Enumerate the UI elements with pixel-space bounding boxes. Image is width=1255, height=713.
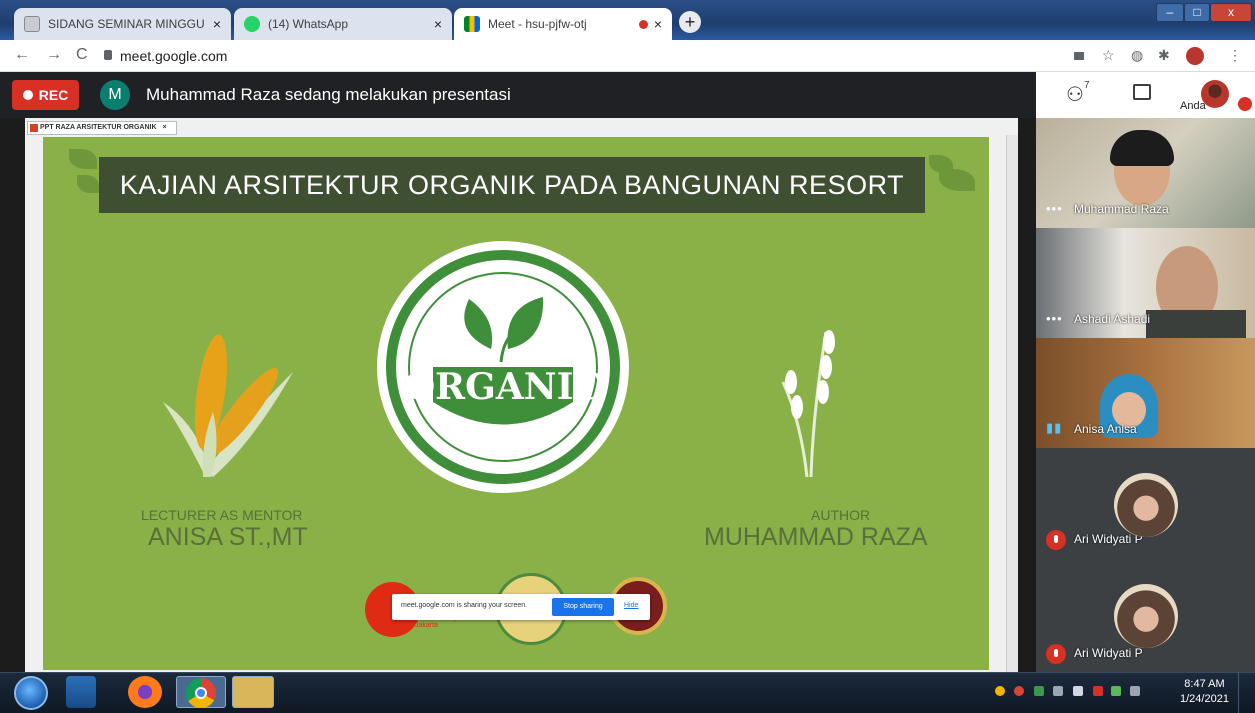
ppt-tab-title: PPT RAZA ARSITEKTUR ORGANIK xyxy=(40,124,157,131)
talking-icon: ▮▮ xyxy=(1046,420,1063,435)
corn-icon xyxy=(163,334,293,477)
participant-name: Ashadi Ashadi xyxy=(1074,312,1151,326)
author-label: AUTHOR xyxy=(811,507,871,523)
google-meet-icon xyxy=(464,16,480,32)
tab-whatsapp[interactable]: (14) WhatsApp × xyxy=(234,8,452,40)
network-icon[interactable] xyxy=(1130,686,1140,696)
network-adapter-icon[interactable] xyxy=(1034,686,1044,696)
reload-icon[interactable]: C xyxy=(76,46,88,64)
participant-tile[interactable]: ••• Ashadi Ashadi xyxy=(1036,228,1255,338)
chrome-taskbar-button[interactable] xyxy=(176,676,226,708)
system-clock[interactable]: 8:47 AM 1/24/2021 xyxy=(1180,677,1229,707)
action-center-icon[interactable] xyxy=(1093,686,1103,696)
badge-text: ORGANIC xyxy=(404,366,602,408)
participant-tile[interactable]: ••• Muhammad Raza xyxy=(1036,118,1255,228)
volume-icon[interactable] xyxy=(1073,686,1083,696)
tab-sidang-seminar[interactable]: SIDANG SEMINAR MINGGU 24 J × xyxy=(14,8,231,40)
star-icon[interactable]: ☆ xyxy=(1102,47,1115,64)
profile-avatar[interactable] xyxy=(1186,47,1204,65)
recording-badge: REC xyxy=(12,80,79,110)
presenter-avatar: M xyxy=(100,80,130,110)
avatar xyxy=(1114,584,1178,648)
back-icon[interactable]: ← xyxy=(14,46,30,64)
more-options-icon[interactable]: ••• xyxy=(1046,311,1063,326)
more-options-icon[interactable]: ••• xyxy=(1046,201,1063,216)
close-window-button[interactable]: x xyxy=(1210,3,1252,22)
firefox-icon[interactable] xyxy=(128,676,162,708)
menu-icon[interactable]: ⋮ xyxy=(1228,47,1242,64)
tab-title: SIDANG SEMINAR MINGGU 24 J xyxy=(48,17,207,31)
show-desktop-button[interactable] xyxy=(1238,672,1255,713)
tab-meet[interactable]: Meet - hsu-pjfw-otj × xyxy=(454,8,672,40)
recording-icon xyxy=(638,19,648,29)
slide: KAJIAN ARSITEKTUR ORGANIK PADA BANGUNAN … xyxy=(43,137,989,670)
participant-name: Ari Widyati P xyxy=(1074,646,1143,660)
file-explorer-icon[interactable] xyxy=(232,676,274,708)
document-icon xyxy=(24,16,40,32)
organic-badge-icon: ORGANIC xyxy=(377,241,629,493)
start-button[interactable] xyxy=(14,676,48,710)
participant-name: Muhammad Raza xyxy=(1074,202,1169,216)
scrollbar[interactable] xyxy=(1006,135,1018,672)
camera-icon[interactable] xyxy=(1074,52,1084,60)
participant-name: Anisa Anisa xyxy=(1074,422,1137,436)
avatar xyxy=(1114,473,1178,537)
ppt-tab[interactable]: PPT RAZA ARSITEKTUR ORGANIK × xyxy=(27,121,177,135)
tab-title: (14) WhatsApp xyxy=(268,17,349,31)
hide-button[interactable]: Hide xyxy=(624,602,638,609)
puzzle-icon[interactable]: ✱ xyxy=(1158,47,1170,64)
self-label: Anda xyxy=(1180,100,1206,112)
tab-title: Meet - hsu-pjfw-otj xyxy=(488,17,587,31)
participant-video xyxy=(1110,130,1174,166)
close-icon[interactable]: × xyxy=(163,124,167,131)
signal-icon[interactable] xyxy=(1111,686,1121,696)
people-icon[interactable]: ⚇ xyxy=(1066,82,1084,107)
mic-off-icon xyxy=(1238,97,1252,111)
address-bar: ← → C meet.google.com ☆ ◍ ✱ ⋮ xyxy=(0,40,1255,72)
new-tab-button[interactable]: + xyxy=(679,11,701,33)
record-dot-icon xyxy=(22,90,33,100)
extension-globe-icon[interactable]: ◍ xyxy=(1131,47,1143,64)
chrome-tray-icon[interactable] xyxy=(1014,686,1024,696)
presenting-status: Muhammad Raza sedang melakukan presentas… xyxy=(146,85,511,104)
chrome-tray-icon[interactable] xyxy=(995,686,1005,696)
clock-date: 1/24/2021 xyxy=(1180,693,1229,705)
mic-off-icon xyxy=(1046,530,1066,550)
chrome-icon-center xyxy=(195,687,207,699)
sharing-notification: meet.google.com is sharing your screen. … xyxy=(392,594,650,620)
participant-video xyxy=(1146,310,1246,338)
sharing-message: meet.google.com is sharing your screen. xyxy=(401,602,528,609)
close-icon[interactable]: × xyxy=(654,16,662,32)
people-count: 7 xyxy=(1084,80,1090,91)
leaf-decoration xyxy=(77,175,99,193)
forward-icon[interactable]: → xyxy=(46,46,62,64)
close-icon[interactable]: × xyxy=(434,16,442,32)
slide-title: KAJIAN ARSITEKTUR ORGANIK PADA BANGUNAN … xyxy=(99,157,925,213)
clock-time: 8:47 AM xyxy=(1184,678,1225,690)
maximize-button[interactable]: □ xyxy=(1184,3,1210,22)
media-player-icon[interactable] xyxy=(66,676,96,708)
stop-sharing-button[interactable]: Stop sharing xyxy=(552,598,614,616)
mentor-name: ANISA ST.,MT xyxy=(148,523,308,551)
rec-label: REC xyxy=(38,87,69,103)
url-field[interactable]: meet.google.com xyxy=(120,48,227,64)
close-icon[interactable]: × xyxy=(213,16,221,32)
participant-tile[interactable]: ▮▮ Anisa Anisa xyxy=(1036,338,1255,448)
whatsapp-icon xyxy=(244,16,260,32)
author-name: MUHAMMAD RAZA xyxy=(704,523,928,551)
chat-icon[interactable] xyxy=(1133,84,1151,100)
leaf-decoration xyxy=(939,169,975,191)
wheat-icon xyxy=(781,330,835,478)
usb-icon[interactable] xyxy=(1053,686,1063,696)
minimize-button[interactable]: – xyxy=(1156,3,1184,22)
mentor-label: LECTURER AS MENTOR xyxy=(141,507,303,523)
lock-icon xyxy=(104,50,112,60)
leaf-decoration xyxy=(69,149,97,169)
mic-off-icon xyxy=(1046,644,1066,664)
powerpoint-icon xyxy=(30,124,38,132)
